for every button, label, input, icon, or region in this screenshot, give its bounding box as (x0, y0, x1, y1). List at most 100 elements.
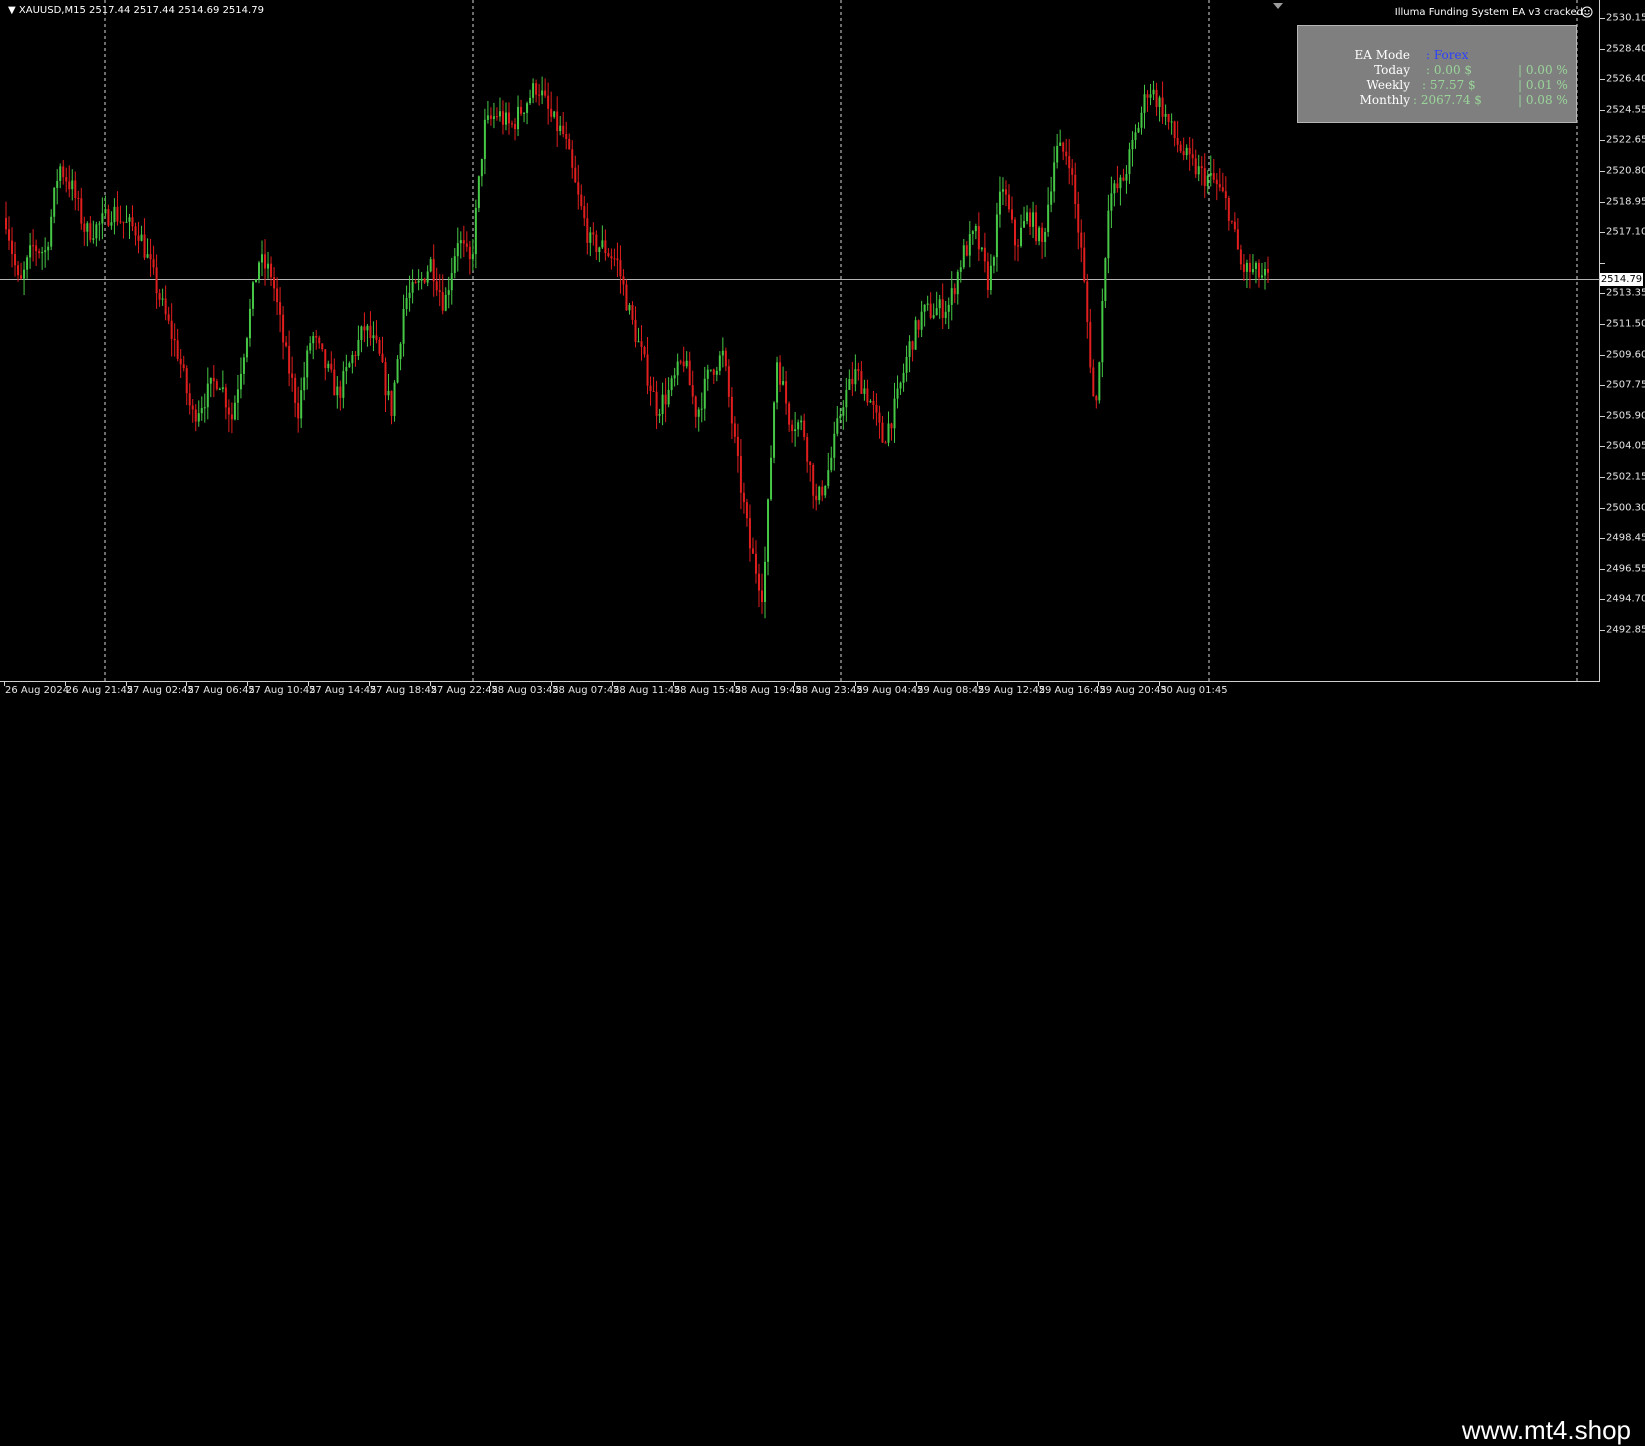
candle-body (926, 303, 929, 305)
candle-body (203, 407, 206, 409)
candle-body (47, 246, 50, 251)
time-tick-label: 28 Aug 11:45 (613, 685, 681, 696)
candle-body (580, 194, 583, 207)
candle-body (468, 246, 471, 260)
candle-body (929, 303, 932, 318)
candle-body (709, 369, 712, 371)
price-tick-mark (1600, 18, 1605, 19)
candle-body (1007, 194, 1010, 210)
candle-body (62, 166, 65, 178)
candle-body (724, 350, 727, 367)
candle-body (435, 281, 438, 291)
candle-body (1224, 191, 1227, 199)
smiley-icon[interactable] (1581, 6, 1593, 18)
candle-body (604, 240, 607, 254)
candle-body (1170, 121, 1173, 123)
candle-body (517, 106, 520, 130)
candle-body (1179, 144, 1182, 152)
candle-body (806, 436, 809, 462)
price-tick-label: 2505.90 (1606, 410, 1645, 422)
candle-body (143, 234, 146, 258)
candle-body (65, 177, 68, 182)
candle-body (254, 279, 257, 283)
time-tick-label: 29 Aug 16:45 (1038, 685, 1107, 696)
candle-body (318, 337, 321, 344)
candle-body (760, 590, 763, 603)
price-tick-label: 2507.75 (1606, 379, 1645, 391)
candle-body (312, 335, 315, 344)
candle-body (938, 299, 941, 309)
candle-body (258, 262, 261, 280)
time-tick-label: 27 Aug 18:45 (369, 685, 438, 696)
candle-body (791, 424, 794, 432)
candle-body (300, 390, 303, 419)
candle-body (1026, 212, 1029, 222)
candle-body (405, 297, 408, 309)
price-tick-label: 2498.45 (1606, 532, 1645, 544)
candle-body (330, 363, 333, 370)
ea-row-label: Weekly (1366, 78, 1410, 92)
candle-body (1053, 162, 1056, 192)
candle-body (1113, 183, 1116, 194)
shift-marker-icon[interactable] (1273, 3, 1283, 9)
candle-body (41, 252, 44, 254)
candle-body (881, 422, 884, 443)
candle-body (303, 377, 306, 391)
ea-stats-panel: EA Mode : Forex Today : 0.00 $ | 0.00 % … (1297, 25, 1577, 123)
candle-body (167, 314, 170, 321)
candle-body (282, 314, 285, 343)
candle-body (715, 370, 718, 375)
candle-body (1152, 89, 1155, 95)
price-tick-mark (1600, 48, 1605, 50)
candle-body (1197, 166, 1200, 175)
price-tick-mark (1600, 415, 1605, 417)
candle-body (676, 361, 679, 376)
symbol-header: ▼ XAUUSD,M15 2517.44 2517.44 2514.69 251… (8, 5, 264, 16)
candle-body (664, 394, 667, 405)
candle-body (77, 197, 80, 199)
candle-body (953, 288, 956, 295)
candle-body (1185, 147, 1188, 156)
candle-body (887, 423, 890, 443)
candle-body (354, 354, 357, 356)
price-tick-label: 2509.60 (1606, 349, 1645, 361)
candle-body (809, 461, 812, 465)
candle-body (209, 377, 212, 384)
candle-body (1104, 258, 1107, 301)
candle-body (577, 182, 580, 195)
candle-body (155, 267, 158, 294)
candle-body (104, 209, 107, 214)
ea-row-value: : 2067.74 $ (1413, 93, 1482, 107)
candle-body (221, 387, 224, 389)
price-tick-mark (1600, 599, 1605, 601)
candle-body (411, 281, 414, 293)
candle-body (797, 422, 800, 430)
candle-body (441, 292, 444, 311)
candle-body (595, 234, 598, 253)
dropdown-arrow-icon[interactable]: ▼ (8, 5, 16, 16)
candle-body (739, 456, 742, 493)
price-scale[interactable] (1600, 0, 1645, 682)
time-tick-label: 29 Aug 12:45 (977, 685, 1046, 696)
candle-body (480, 159, 483, 177)
candle-body (1059, 142, 1062, 146)
candle-body (270, 263, 273, 278)
candle-body (1242, 264, 1245, 272)
ea-row-percent: | 0.00 % (1518, 63, 1568, 77)
candle-body (501, 111, 504, 125)
candle-body (520, 106, 523, 114)
candle-body (616, 258, 619, 261)
candle-body (227, 407, 230, 415)
candle-body (342, 371, 345, 398)
candle-body (429, 259, 432, 272)
time-tick-mark (612, 682, 613, 686)
candle-body (357, 339, 360, 356)
candle-body (691, 385, 694, 397)
candle-body (215, 381, 218, 390)
time-tick-label: 26 Aug 2024 (5, 685, 70, 696)
candle-body (23, 269, 26, 279)
ea-row-label: Today (1374, 63, 1410, 77)
candle-body (53, 187, 56, 217)
candle-body (176, 340, 179, 359)
candle-body (417, 280, 420, 283)
